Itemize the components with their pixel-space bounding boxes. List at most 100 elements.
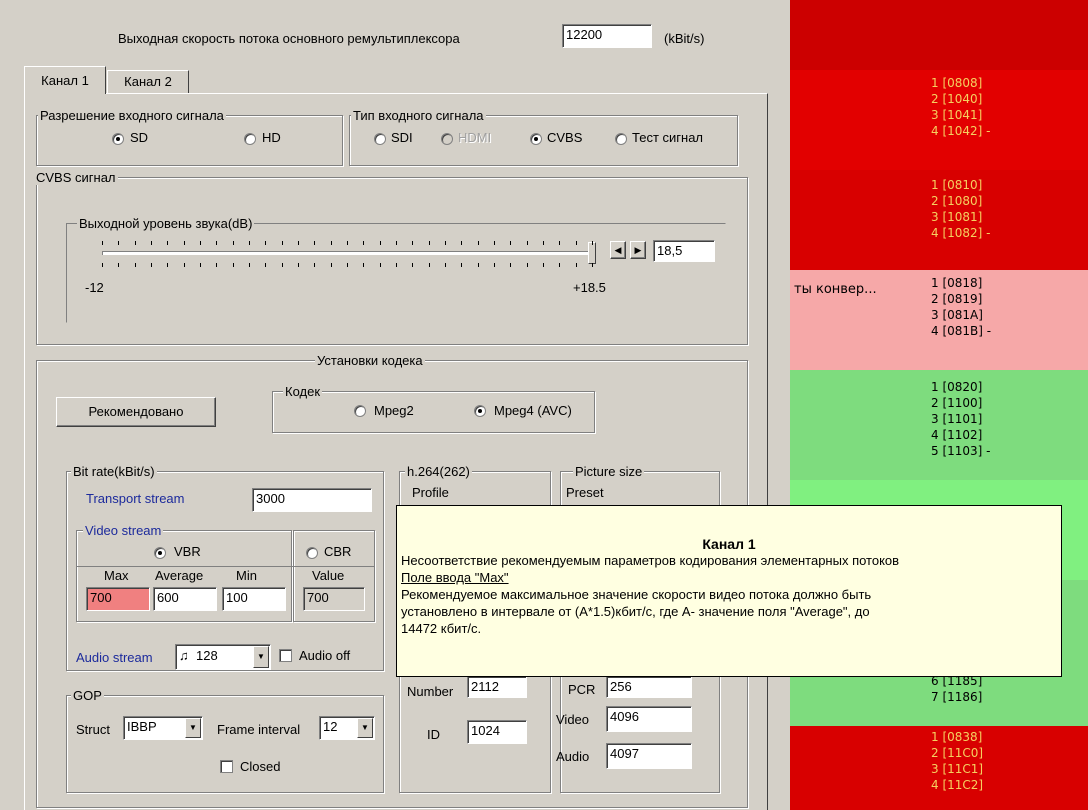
transport-stream-input[interactable]: 3000: [252, 488, 372, 512]
list-partial-text: ты конвер...: [794, 282, 877, 297]
list-item-line: 1 [0810]: [931, 178, 983, 192]
slider-tick: [281, 241, 283, 245]
video-average-input[interactable]: 600: [153, 587, 217, 611]
slider-tick: [575, 241, 577, 245]
radio-cvbs-label: CVBS: [547, 130, 583, 145]
pcr-input[interactable]: 256: [606, 676, 692, 698]
list-item-line: 1 [0808]: [931, 76, 983, 90]
slider-tick: [102, 263, 103, 267]
input-resolution-title: Разрешение входного сигнала: [38, 108, 226, 123]
radio-mpeg4[interactable]: [474, 405, 486, 417]
output-rate-unit: (kBit/s): [664, 31, 705, 46]
pcr-label: PCR: [568, 682, 596, 697]
radio-mpeg2[interactable]: [354, 405, 366, 417]
recommend-button[interactable]: Рекомендовано: [56, 397, 216, 427]
validation-tooltip: Канал 1 Несоответствие рекомендуемым пар…: [396, 505, 1062, 677]
codec-settings-title: Установки кодека: [315, 353, 425, 368]
slider-tick: [134, 241, 136, 245]
profile-label: Profile: [412, 485, 449, 500]
list-item-line: 3 [1101]: [931, 412, 983, 426]
slider-tick: [167, 263, 169, 267]
video-pid-input[interactable]: 4096: [606, 706, 692, 732]
value-label: Value: [312, 568, 345, 583]
picture-size-title: Picture size: [573, 464, 645, 479]
list-item-line: 4 [1042] -: [931, 124, 991, 138]
radio-hdmi-label: HDMI: [458, 130, 492, 145]
video-stream-title: Video stream: [83, 523, 164, 538]
list-item-line: 1 [0820]: [931, 380, 983, 394]
slider-tick: [494, 263, 495, 267]
slider-tick: [396, 263, 397, 267]
average-label: Average: [155, 568, 204, 583]
slider-right-arrow-icon[interactable]: ▶: [630, 241, 646, 259]
frame-interval-label: Frame interval: [217, 722, 301, 737]
audio-off-checkbox[interactable]: [279, 649, 292, 662]
audio-level-group: [66, 223, 726, 323]
slider-tick: [592, 263, 593, 267]
tooltip-line-4: установлено в интервале от (A*1.5)кбит/с…: [401, 604, 870, 619]
slider-tick: [445, 241, 446, 245]
slider-tick: [298, 263, 299, 267]
radio-cbr[interactable]: [306, 547, 318, 559]
slider-tick: [151, 241, 152, 245]
slider-tick: [200, 241, 201, 245]
list-item[interactable]: 1 [0838] 2 [11C0] 3 [11C1] 4 [11C2]: [790, 726, 1088, 810]
slider-tick: [347, 263, 348, 267]
slider-tick: [379, 241, 381, 245]
radio-vbr[interactable]: [154, 547, 166, 559]
output-rate-input[interactable]: 12200: [562, 24, 652, 48]
frame-interval-dropdown-icon[interactable]: ▼: [357, 718, 373, 738]
tab-channel-2-label: Канал 2: [124, 74, 172, 89]
radio-cvbs[interactable]: [530, 133, 542, 145]
video-max-input[interactable]: 700: [86, 587, 150, 611]
radio-sd[interactable]: [112, 133, 124, 145]
slider-tick: [428, 263, 430, 267]
struct-dropdown-icon[interactable]: ▼: [185, 718, 201, 738]
closed-checkbox[interactable]: [220, 760, 233, 773]
id-input[interactable]: 1024: [467, 720, 527, 744]
audio-stream-dropdown-icon[interactable]: ▼: [253, 646, 269, 668]
tooltip-line-1: Несоответствие рекомендуемым параметров …: [401, 553, 900, 568]
slider-tick: [298, 241, 299, 245]
radio-sdi[interactable]: [374, 133, 386, 145]
transport-stream-label: Transport stream: [86, 491, 185, 506]
list-item-line: 2 [1100]: [931, 396, 983, 410]
slider-thumb[interactable]: [588, 242, 596, 264]
preset-label: Preset: [566, 485, 604, 500]
list-item[interactable]: 1 [0808] 2 [1040] 3 [1041] 4 [1042] -: [790, 70, 1088, 170]
tab-channel-1-label: Канал 1: [41, 73, 89, 88]
list-item-line: 3 [1041]: [931, 108, 983, 122]
slider-tick: [396, 241, 397, 245]
list-header-bar: [790, 0, 1088, 70]
audio-level-title: Выходной уровень звука(dB): [77, 216, 255, 231]
audio-pid-label: Audio: [556, 749, 590, 764]
slider-left-arrow-icon[interactable]: ◀: [610, 241, 626, 259]
slider-tick: [102, 241, 103, 245]
slider-tick: [167, 241, 169, 245]
audio-pid-input[interactable]: 4097: [606, 743, 692, 769]
list-item-line: 4 [11C2]: [931, 778, 984, 792]
slider-tick: [559, 263, 561, 267]
radio-test-signal[interactable]: [615, 133, 627, 145]
slider-track: [102, 251, 592, 255]
slider-tick: [216, 263, 218, 267]
tab-channel-2[interactable]: Канал 2: [107, 70, 189, 94]
audio-off-label: Audio off: [299, 648, 351, 663]
slider-tick: [526, 263, 528, 267]
h264-title: h.264(262): [405, 464, 472, 479]
slider-tick: [265, 241, 267, 245]
number-input[interactable]: 2112: [467, 676, 527, 698]
list-item-line: 4 [1082] -: [931, 226, 991, 240]
codec-title: Кодек: [283, 384, 323, 399]
list-item-line: 2 [1040]: [931, 92, 983, 106]
radio-hd[interactable]: [244, 133, 256, 145]
slider-tick: [314, 263, 316, 267]
list-item[interactable]: 1 [0810] 2 [1080] 3 [1081] 4 [1082] -: [790, 170, 1088, 270]
slider-tick: [543, 263, 544, 267]
list-item[interactable]: 1 [0820] 2 [1100] 3 [1101] 4 [1102] 5 [1103]…: [790, 370, 1088, 480]
video-min-input[interactable]: 100: [222, 587, 286, 611]
audio-level-input[interactable]: 18,5: [653, 240, 715, 262]
tab-channel-1[interactable]: Канал 1: [24, 66, 106, 94]
list-item-line: 3 [1081]: [931, 210, 983, 224]
slider-tick: [559, 241, 561, 245]
